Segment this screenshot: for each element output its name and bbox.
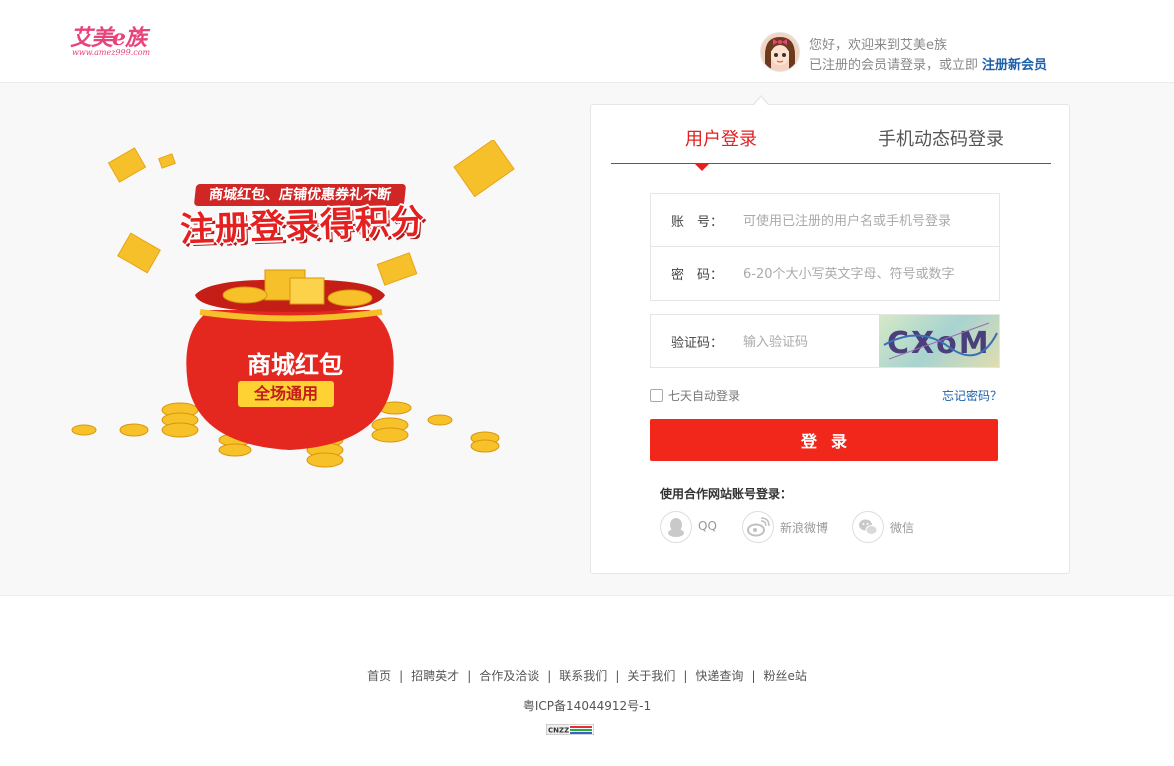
panel-pointer-fill xyxy=(754,97,768,105)
remember-checkbox[interactable] xyxy=(650,389,663,402)
promo-title: 注册登录得积分 xyxy=(179,201,426,251)
login-hint-text: 已注册的会员请登录，或立即 xyxy=(809,58,979,73)
bag-tag: 全场通用 xyxy=(238,381,334,407)
login-button[interactable]: 登录 xyxy=(650,419,998,461)
weibo-icon xyxy=(742,511,774,543)
footer-separator: | xyxy=(751,669,756,683)
credentials-group: 账 号： 密 码： xyxy=(650,193,1000,301)
account-input[interactable] xyxy=(741,207,985,235)
footer-separator: | xyxy=(547,669,552,683)
captcha-image[interactable]: CXoM xyxy=(879,315,999,367)
partner-login-title: 使用合作网站账号登录： xyxy=(660,487,793,501)
weibo-label: 新浪微博 xyxy=(780,521,829,535)
logo-url: www.amez999.com xyxy=(72,48,151,57)
captcha-graphic: CXoM xyxy=(883,322,998,361)
footer-link-careers[interactable]: 招聘英才 xyxy=(411,669,459,683)
forgot-password-link[interactable]: 忘记密码？ xyxy=(942,387,1002,404)
footer-separator: | xyxy=(615,669,620,683)
active-tab-indicator xyxy=(695,164,709,171)
footer-link-fans[interactable]: 粉丝e站 xyxy=(763,669,806,683)
footer-link-about[interactable]: 关于我们 xyxy=(627,669,675,683)
footer-link-home[interactable]: 首页 xyxy=(367,669,391,683)
register-link[interactable]: 注册新会员 xyxy=(982,58,1047,73)
footer-separator: | xyxy=(467,669,472,683)
icp-license[interactable]: 粤ICP备14044912号-1 xyxy=(0,697,1174,714)
red-packet-bag: 商城红包 全场通用 xyxy=(180,285,410,455)
login-tabs: 用户登录 手机动态码登录 xyxy=(611,105,1051,164)
tab-sms-login[interactable]: 手机动态码登录 xyxy=(878,125,1004,151)
login-hint: 已注册的会员请登录，或立即 注册新会员 xyxy=(809,54,1047,73)
wechat-label: 微信 xyxy=(890,521,915,535)
footer-link-cooperation[interactable]: 合作及洽谈 xyxy=(479,669,539,683)
footer-link-tracking[interactable]: 快递查询 xyxy=(695,669,743,683)
footer-nav: 首页 | 招聘英才 | 合作及洽谈 | 联系我们 | 关于我们 | 快递查询 | 粉丝e站 xyxy=(0,667,1174,684)
password-row: 密 码： xyxy=(651,247,999,299)
welcome-text: 您好，欢迎来到艾美e族 xyxy=(809,38,947,53)
bag-title: 商城红包 xyxy=(247,351,343,379)
promo-banner: 商城红包、店铺优惠券礼不断 注册登录得积分 xyxy=(165,180,440,260)
captcha-input[interactable] xyxy=(741,328,885,356)
captcha-row: 验证码： CXoM xyxy=(650,314,1000,368)
tab-user-login[interactable]: 用户登录 xyxy=(685,125,757,151)
cnzz-badge[interactable]: CNZZ xyxy=(545,720,595,736)
qq-icon xyxy=(660,511,692,543)
site-header: 艾美e族 www.amez999.com 您好，欢迎来到艾美e族 已注册的会员请… xyxy=(0,0,1174,83)
remember-me[interactable]: 七天自动登录 xyxy=(650,387,740,404)
wechat-icon xyxy=(852,511,884,543)
remember-label: 七天自动登录 xyxy=(668,389,741,403)
account-row: 账 号： xyxy=(651,194,999,247)
password-label: 密 码： xyxy=(671,268,724,283)
captcha-label: 验证码： xyxy=(671,336,724,351)
cnzz-text: CNZZ xyxy=(548,727,569,735)
login-panel: 用户登录 手机动态码登录 账 号： 密 码： 验证码： CXoM 七天自动登录 … xyxy=(590,104,1070,574)
promo-illustration: 商城红包、店铺优惠券礼不断 注册登录得积分 商城红包 全场通用 xyxy=(60,140,520,490)
footer-separator: | xyxy=(399,669,404,683)
password-input[interactable] xyxy=(741,260,985,288)
qq-label: QQ xyxy=(698,519,717,533)
site-logo[interactable]: 艾美e族 www.amez999.com xyxy=(70,20,170,62)
account-label: 账 号： xyxy=(671,215,724,230)
avatar xyxy=(760,32,800,72)
footer-link-contact[interactable]: 联系我们 xyxy=(559,669,607,683)
footer-separator: | xyxy=(683,669,688,683)
